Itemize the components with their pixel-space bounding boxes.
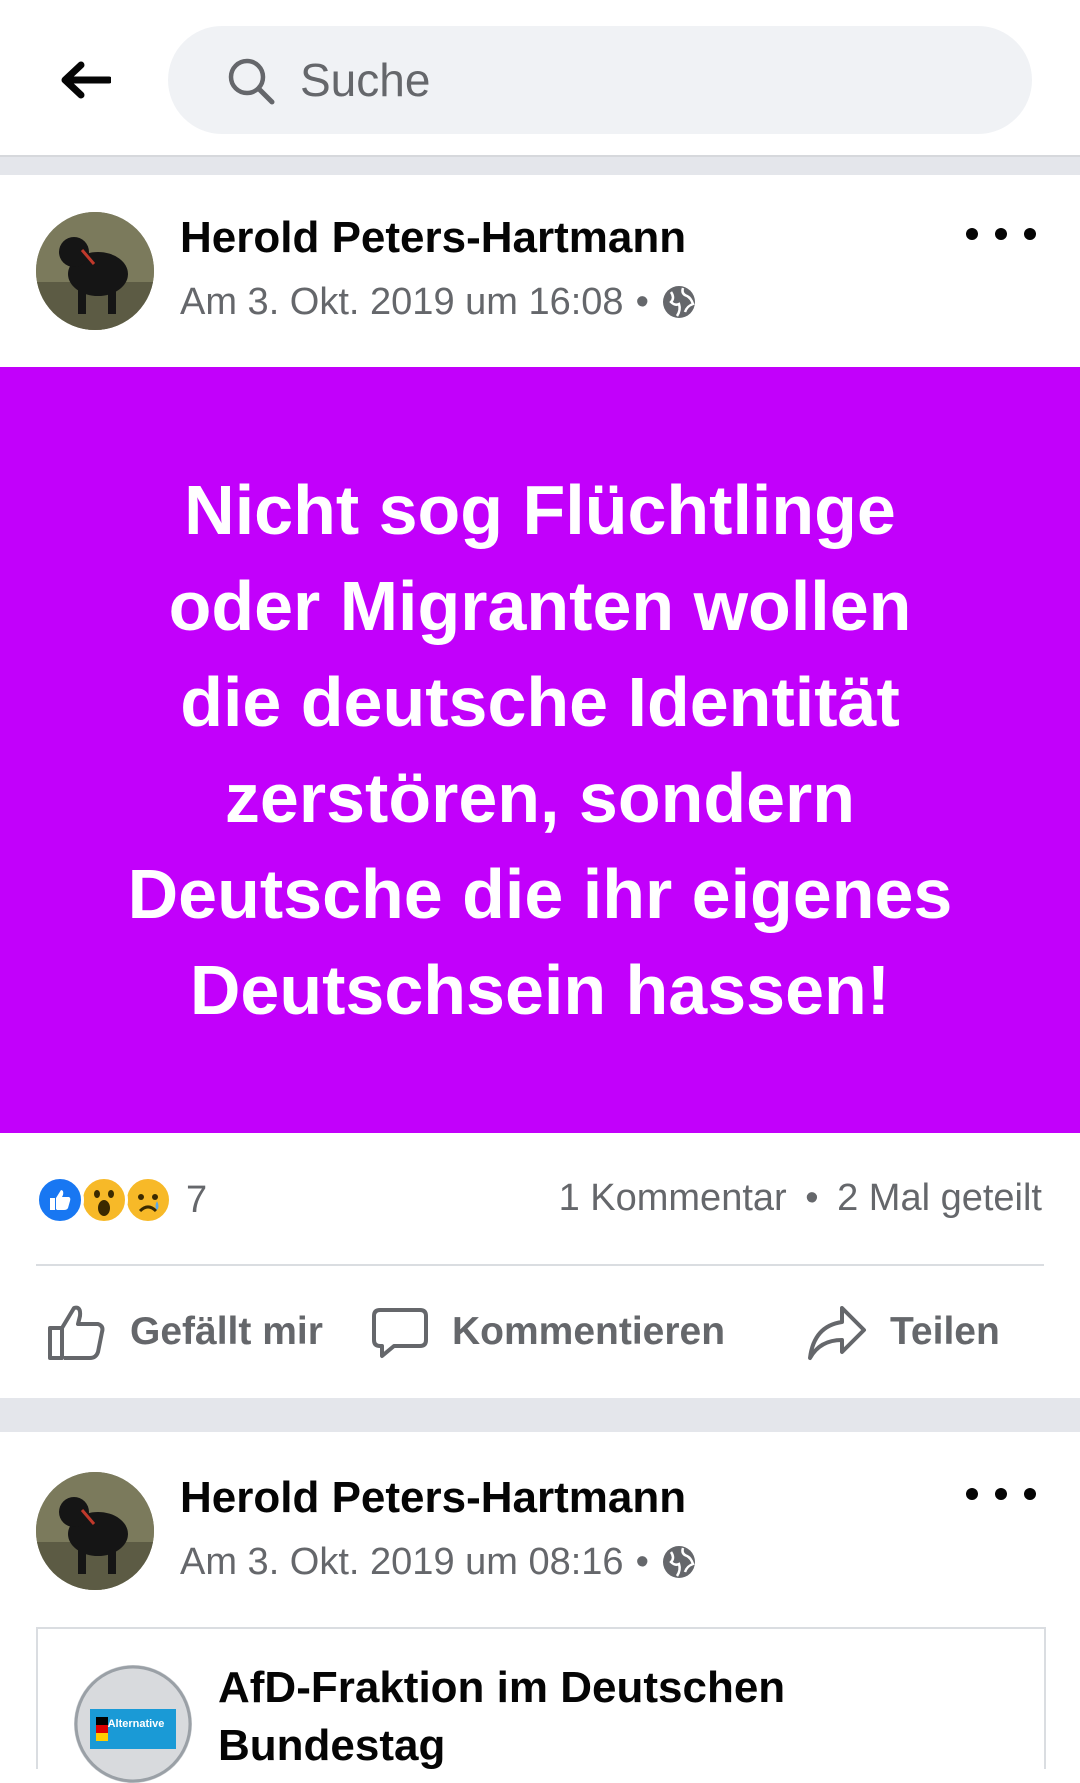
more-options-button[interactable] xyxy=(966,214,1036,254)
back-arrow-icon xyxy=(61,61,111,99)
post-meta: Am 3. Okt. 2019 um 16:08 • xyxy=(180,277,697,327)
comment-count-link[interactable]: 1 Kommentar xyxy=(559,1177,787,1219)
globe-icon xyxy=(662,1546,695,1578)
post-text-line: oder Migranten wollen xyxy=(168,567,912,645)
reaction-summary[interactable]: 7 xyxy=(36,1175,207,1225)
post-timestamp[interactable]: Am 3. Okt. 2019 um 16:08 xyxy=(180,277,624,327)
like-icon xyxy=(36,1176,84,1224)
more-options-button[interactable] xyxy=(966,1474,1036,1514)
share-arrow-icon xyxy=(808,1306,866,1360)
sad-icon xyxy=(124,1176,172,1224)
feed-separator xyxy=(0,157,1080,175)
dot-icon xyxy=(995,1488,1007,1500)
comment-button[interactable]: Kommentieren xyxy=(370,1300,725,1364)
post-text: Nicht sog Flüchtlinge oder Migranten wol… xyxy=(128,462,953,1038)
colored-text-post[interactable]: Nicht sog Flüchtlinge oder Migranten wol… xyxy=(0,367,1080,1133)
search-input[interactable]: Suche xyxy=(168,26,1032,134)
avatar[interactable] xyxy=(36,212,154,330)
dot-icon xyxy=(1024,228,1036,240)
meta-separator: • xyxy=(635,281,649,323)
meta-separator: • xyxy=(635,1541,649,1583)
post-author[interactable]: Herold Peters-Hartmann xyxy=(180,210,686,266)
top-bar: Suche xyxy=(0,0,1080,157)
shared-page-logo[interactable]: Alternative xyxy=(74,1665,192,1783)
wow-icon xyxy=(80,1176,128,1224)
dot-icon xyxy=(995,228,1007,240)
avatar[interactable] xyxy=(36,1472,154,1590)
thumbs-up-icon xyxy=(48,1305,105,1360)
logo-text: Alternative xyxy=(108,1718,165,1730)
post-text-line: Deutsche die ihr eigenes xyxy=(127,855,953,933)
dot-icon xyxy=(966,228,978,240)
shared-page-title[interactable]: AfD-Fraktion im Deutschen Bundestag xyxy=(218,1659,998,1775)
search-placeholder: Suche xyxy=(300,54,431,106)
comment-label: Kommentieren xyxy=(452,1310,726,1353)
like-button[interactable]: Gefällt mir xyxy=(46,1300,323,1364)
post-text-line: Nicht sog Flüchtlinge xyxy=(184,471,896,549)
stats-separator: • xyxy=(805,1177,819,1219)
share-button[interactable]: Teilen xyxy=(806,1300,1000,1364)
post-timestamp[interactable]: Am 3. Okt. 2019 um 08:16 xyxy=(180,1537,624,1587)
feed-separator xyxy=(0,1398,1080,1432)
dot-icon xyxy=(966,1488,978,1500)
share-count-link[interactable]: 2 Mal geteilt xyxy=(837,1177,1042,1219)
afd-logo-image: Alternative xyxy=(74,1665,192,1783)
post-stats: 1 Kommentar • 2 Mal geteilt xyxy=(559,1172,1042,1224)
search-icon xyxy=(228,58,275,105)
post-text-line: Deutschsein hassen! xyxy=(189,951,891,1029)
post-meta: Am 3. Okt. 2019 um 08:16 • xyxy=(180,1537,697,1587)
shared-page-card[interactable]: Alternative AfD-Fraktion im Deutschen Bu… xyxy=(36,1627,1046,1783)
reaction-count: 7 xyxy=(186,1178,208,1221)
avatar-dog-image xyxy=(36,1472,154,1590)
globe-icon xyxy=(662,286,695,318)
post-text-line: die deutsche Identität xyxy=(180,663,900,741)
post-author[interactable]: Herold Peters-Hartmann xyxy=(180,1470,686,1526)
like-label: Gefällt mir xyxy=(130,1310,323,1353)
share-label: Teilen xyxy=(890,1310,1000,1353)
post-text-line: zerstören, sondern xyxy=(224,759,856,837)
comment-bubble-icon xyxy=(372,1308,428,1358)
back-button[interactable] xyxy=(50,50,120,110)
avatar-dog-image xyxy=(36,212,154,330)
dot-icon xyxy=(1024,1488,1036,1500)
divider xyxy=(36,1264,1044,1266)
